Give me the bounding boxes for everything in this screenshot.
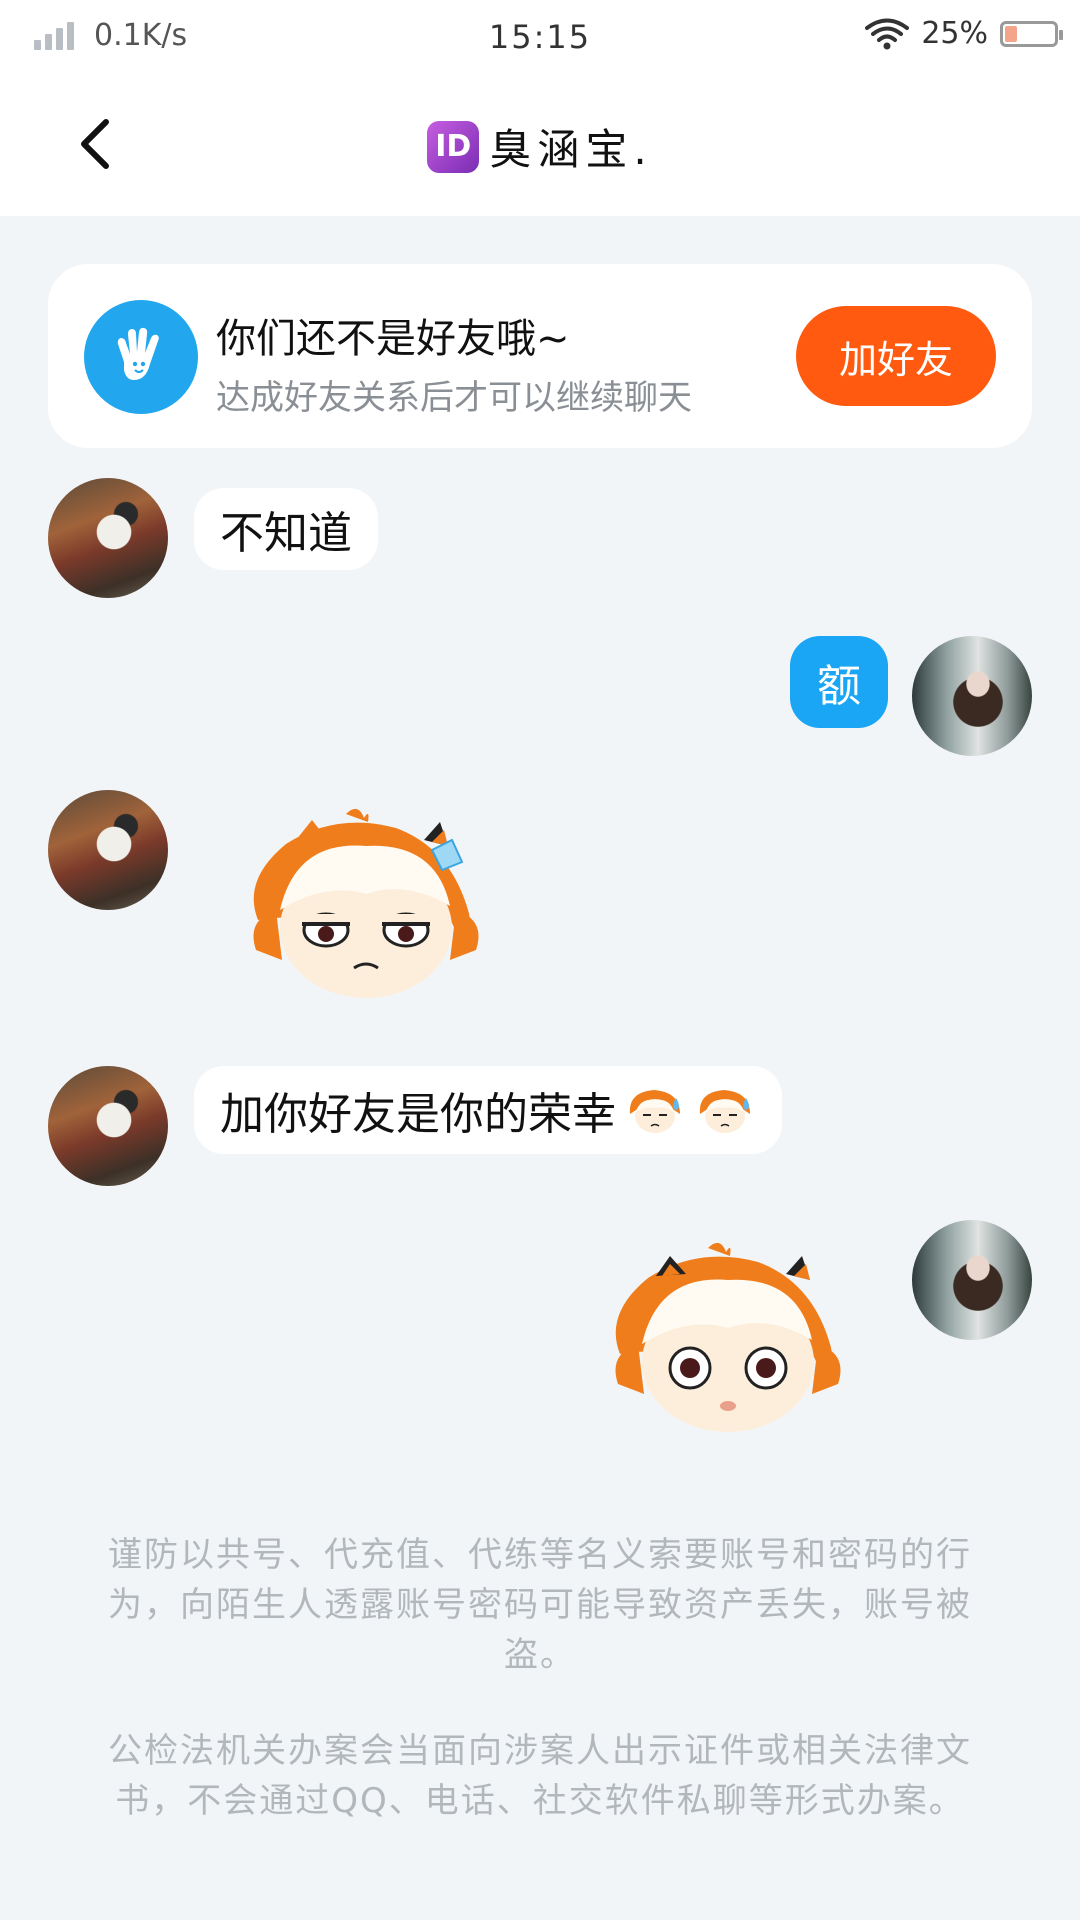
battery-icon xyxy=(1000,20,1063,47)
legal-notice: 公检法机关办案会当面向涉案人出示证件或相关法律文书，不会通过QQ、电话、社交软件… xyxy=(108,1731,972,1821)
status-right: 25% xyxy=(865,16,1063,51)
my-avatar[interactable] xyxy=(912,636,1032,756)
contact-avatar[interactable] xyxy=(48,478,168,598)
hand-wave-icon xyxy=(84,300,198,414)
card-title: 你们还不是好友哦~ xyxy=(216,316,570,362)
page-title[interactable]: 臭涵宝. xyxy=(489,116,652,177)
sweat-girl-emoji-icon xyxy=(629,1090,680,1133)
surprised-girl-sticker[interactable] xyxy=(598,1234,848,1434)
wifi-icon xyxy=(865,18,910,49)
add-friend-button[interactable]: 加好友 xyxy=(796,306,996,406)
title-wrap: ID 臭涵宝. xyxy=(0,116,1080,177)
security-notice: 谨防以共号、代充值、代练等名义索要账号和密码的行为，向陌生人透露账号密码可能导致… xyxy=(108,1535,972,1675)
sweat-girl-emoji-icon xyxy=(699,1090,750,1133)
id-badge-icon: ID xyxy=(427,120,480,173)
contact-avatar[interactable] xyxy=(48,790,168,910)
my-avatar[interactable] xyxy=(912,1220,1032,1340)
contact-avatar[interactable] xyxy=(48,1066,168,1186)
message-bubble-received[interactable]: 不知道 xyxy=(194,488,378,570)
message-bubble-sent[interactable]: 额 xyxy=(790,636,888,728)
annoyed-girl-sticker[interactable] xyxy=(236,800,486,1000)
card-subtitle: 达成好友关系后才可以继续聊天 xyxy=(216,378,692,418)
message-bubble-received[interactable]: 加你好友是你的荣幸 xyxy=(194,1066,782,1154)
chat-header: ID 臭涵宝. xyxy=(0,76,1080,216)
status-bar: 0.1K/s 15:15 25% xyxy=(0,0,1080,76)
not-friend-card: 你们还不是好友哦~ 达成好友关系后才可以继续聊天 加好友 xyxy=(48,264,1032,448)
battery-percent: 25% xyxy=(921,16,988,51)
message-text: 加你好友是你的荣幸 xyxy=(220,1089,616,1140)
battery-fill xyxy=(1005,25,1017,42)
